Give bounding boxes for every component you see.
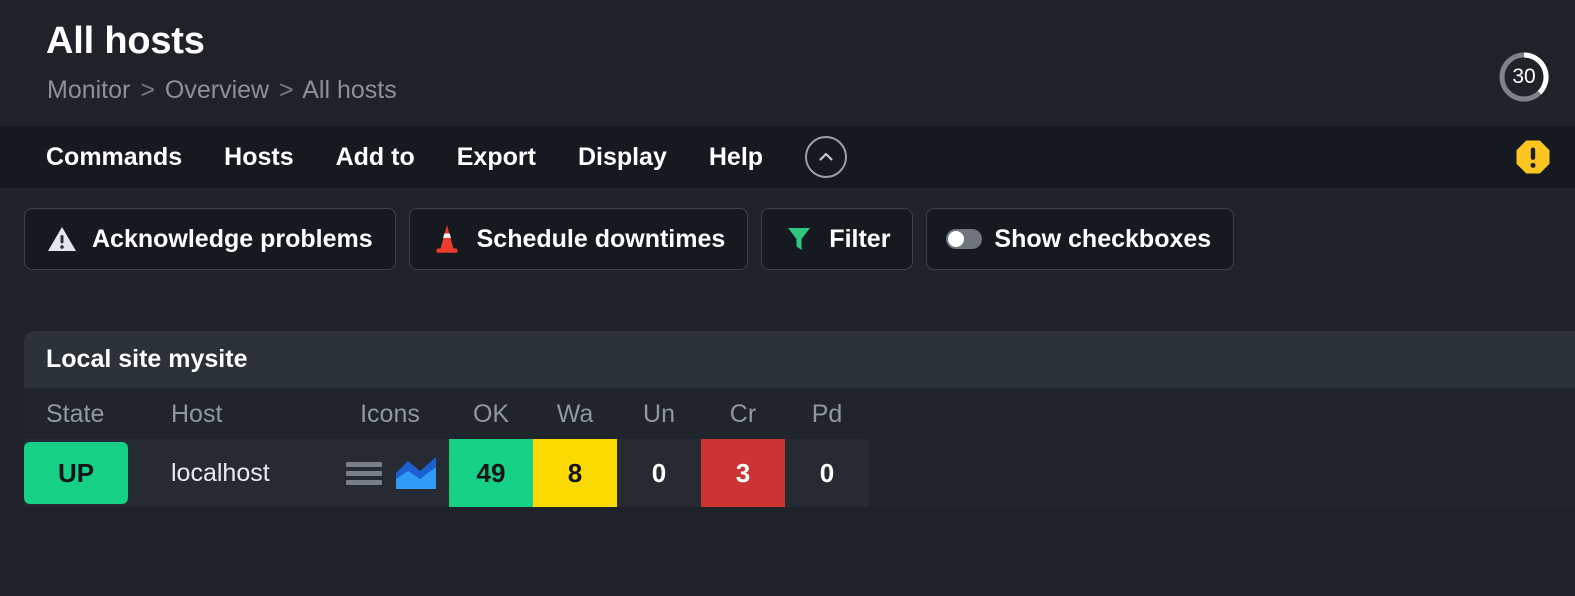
breadcrumb-item-overview[interactable]: Overview	[165, 76, 269, 104]
breadcrumb-item-monitor[interactable]: Monitor	[47, 76, 130, 104]
cell-host[interactable]: localhost	[171, 439, 331, 507]
column-header-icons[interactable]: Icons	[331, 388, 449, 439]
host-table: State Host Icons OK Wa Un Cr Pd UP local…	[24, 388, 869, 507]
column-header-host[interactable]: Host	[171, 388, 331, 439]
chevron-up-icon[interactable]	[805, 136, 848, 178]
menu-item-display[interactable]: Display	[578, 143, 667, 172]
acknowledge-problems-button[interactable]: Acknowledge problems	[24, 208, 396, 270]
column-header-state[interactable]: State	[24, 388, 171, 439]
host-table-head: State Host Icons OK Wa Un Cr Pd	[24, 388, 869, 439]
hamburger-menu-icon[interactable]	[345, 458, 383, 488]
column-header-cr[interactable]: Cr	[701, 388, 785, 439]
funnel-icon	[784, 224, 814, 254]
panel-header[interactable]: Local site mysite	[24, 331, 1575, 388]
host-table-body: UP localhost 49 8 0 3 0	[24, 439, 869, 507]
column-header-wa[interactable]: Wa	[533, 388, 617, 439]
menu-item-hosts[interactable]: Hosts	[224, 143, 293, 172]
filter-button[interactable]: Filter	[761, 208, 914, 270]
filter-label: Filter	[829, 224, 891, 253]
traffic-cone-icon	[432, 224, 462, 254]
cell-state: UP	[24, 439, 171, 507]
warning-octagon-icon[interactable]	[1515, 139, 1551, 175]
menu-item-commands[interactable]: Commands	[46, 143, 182, 172]
page-header: All hosts Monitor > Overview > All hosts…	[0, 0, 1575, 126]
column-header-ok[interactable]: OK	[449, 388, 533, 439]
panel-title: Local site mysite	[46, 345, 248, 373]
refresh-countdown-icon[interactable]: 30	[1497, 50, 1551, 104]
action-button-bar: Acknowledge problems Schedule downtimes …	[0, 188, 1575, 270]
refresh-countdown-value: 30	[1512, 65, 1536, 88]
warning-triangle-icon	[47, 224, 77, 254]
column-header-un[interactable]: Un	[617, 388, 701, 439]
show-checkboxes-toggle[interactable]: Show checkboxes	[926, 208, 1235, 270]
acknowledge-problems-label: Acknowledge problems	[92, 224, 373, 253]
menu-bar: Commands Hosts Add to Export Display Hel…	[0, 126, 1575, 188]
show-checkboxes-label: Show checkboxes	[994, 224, 1212, 253]
cell-icons	[331, 439, 449, 507]
menu-item-export[interactable]: Export	[457, 143, 536, 172]
host-table-panel: Local site mysite State Host Icons OK Wa…	[24, 331, 1575, 507]
table-row[interactable]: UP localhost 49 8 0 3 0	[24, 439, 869, 507]
schedule-downtimes-label: Schedule downtimes	[476, 224, 726, 253]
breadcrumb: Monitor > Overview > All hosts	[47, 78, 397, 103]
host-table-header-row: State Host Icons OK Wa Un Cr Pd	[24, 388, 869, 439]
cell-cr[interactable]: 3	[701, 439, 785, 507]
cell-un[interactable]: 0	[617, 439, 701, 507]
page-title: All hosts	[46, 20, 205, 62]
cell-ok[interactable]: 49	[449, 439, 533, 507]
breadcrumb-separator: >	[279, 76, 294, 104]
breadcrumb-separator: >	[140, 76, 155, 104]
cell-wa[interactable]: 8	[533, 439, 617, 507]
breadcrumb-item-all-hosts[interactable]: All hosts	[302, 76, 396, 104]
menu-item-add-to[interactable]: Add to	[336, 143, 415, 172]
area-chart-icon[interactable]	[395, 457, 436, 489]
toggle-switch-off-icon[interactable]	[946, 224, 983, 254]
menu-item-help[interactable]: Help	[709, 143, 763, 172]
cell-pd[interactable]: 0	[785, 439, 869, 507]
status-badge[interactable]: UP	[24, 442, 128, 504]
schedule-downtimes-button[interactable]: Schedule downtimes	[408, 208, 749, 270]
column-header-pd[interactable]: Pd	[785, 388, 869, 439]
